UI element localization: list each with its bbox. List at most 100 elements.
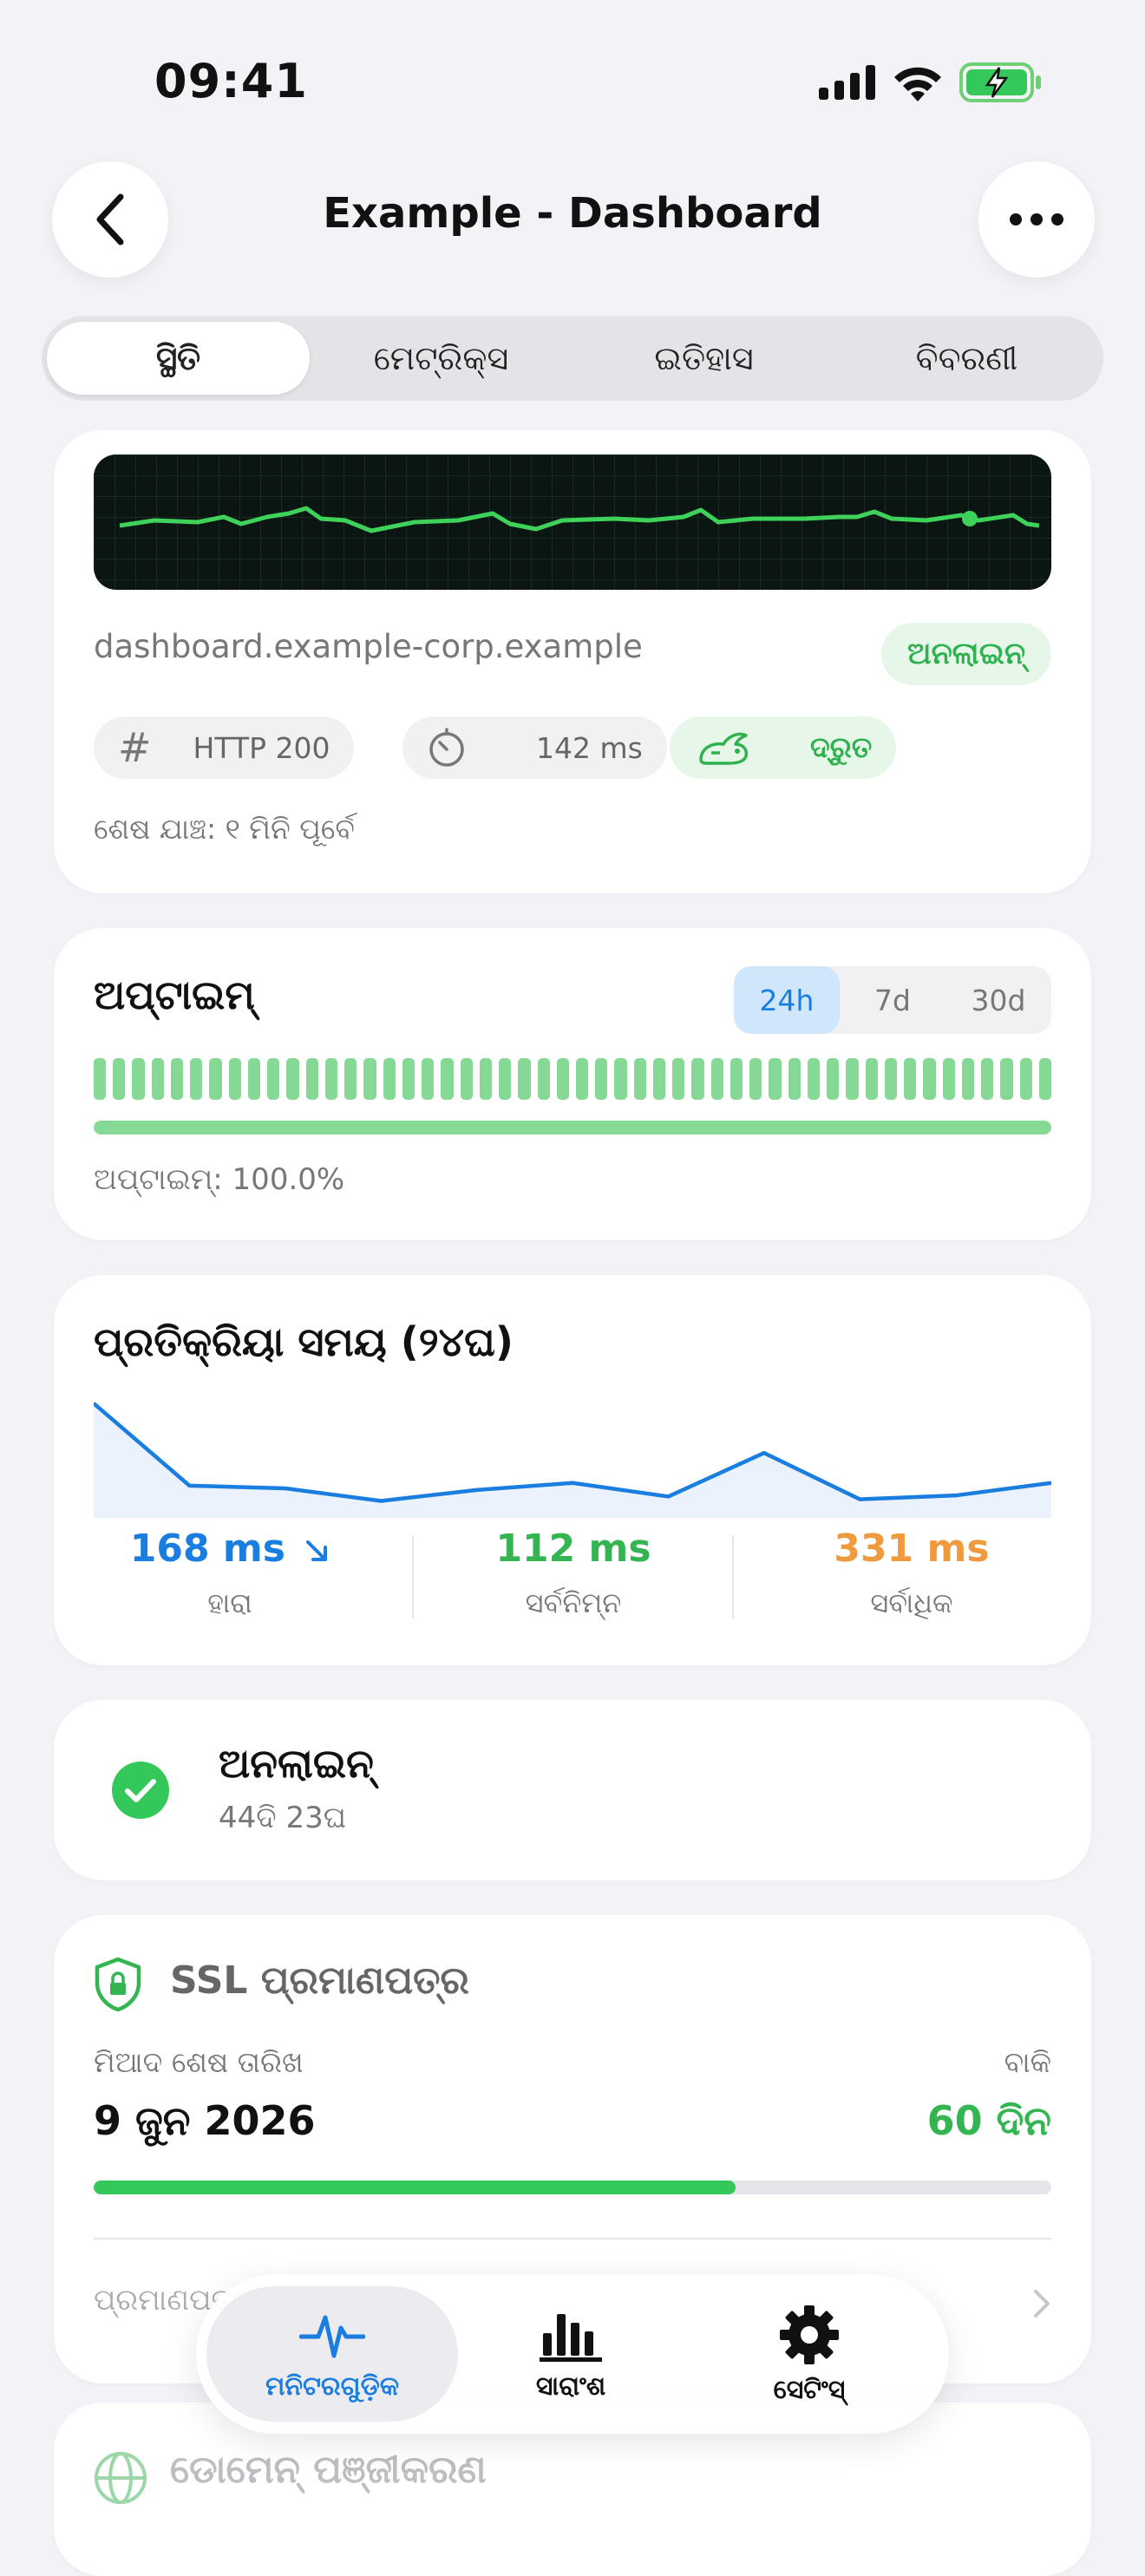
uptime-bar xyxy=(132,1058,145,1100)
uptime-bar xyxy=(884,1058,898,1100)
status-time: 09:41 xyxy=(154,54,308,108)
uptime-bar xyxy=(865,1058,878,1100)
uptime-bar xyxy=(923,1058,936,1100)
response-time-card: ପ୍ରତିକ୍ରିୟା ସମୟ (୨୪ଘ) 168 ms ହାରା 112 ms… xyxy=(54,1275,1091,1665)
uptime-bar xyxy=(576,1058,589,1100)
uptime-bar xyxy=(595,1058,608,1100)
range-7d[interactable]: 7d xyxy=(840,966,945,1034)
uptime-bar xyxy=(324,1058,338,1100)
globe-icon xyxy=(95,2452,147,2504)
avg-stat: 168 ms ହାରା xyxy=(54,1527,406,1620)
bar-chart-icon xyxy=(540,2313,602,2362)
tab-summary[interactable]: ସାରାଂଶ xyxy=(458,2286,684,2422)
more-button[interactable] xyxy=(978,161,1095,278)
ssl-expiry-date: 9 ଜୁନ 2026 xyxy=(94,2097,316,2144)
ssl-title: SSL ପ୍ରମାଣପତ୍ର xyxy=(170,1958,469,2003)
uptime-bar xyxy=(363,1058,376,1100)
uptime-summary: ଅପ୍‌ଟାଇମ୍: 100.0% xyxy=(94,1162,345,1197)
uptime-bar xyxy=(788,1058,801,1100)
chevron-right-icon xyxy=(1034,2290,1050,2318)
last-check-text: ଶେଷ ଯାଞ୍ଚ: ୧ ମିନି ପୂର୍ବେ xyxy=(94,812,355,846)
range-30d[interactable]: 30d xyxy=(945,966,1051,1034)
uptime-bar xyxy=(422,1058,435,1100)
gear-icon xyxy=(780,2305,839,2364)
tab-monitors[interactable]: ମନିଟରଗୁଡ଼ିକ xyxy=(206,2286,458,2422)
tab-details[interactable]: ବିବରଣୀ xyxy=(835,322,1098,395)
ssl-progress-fill xyxy=(94,2180,736,2194)
uptime-bar xyxy=(402,1058,415,1100)
uptime-bar xyxy=(209,1058,222,1100)
host-url: dashboard.example-corp.example xyxy=(94,628,643,665)
uptime-bar xyxy=(383,1058,396,1100)
uptime-bar xyxy=(499,1058,512,1100)
uptime-bar xyxy=(827,1058,840,1100)
uptime-bar xyxy=(749,1058,762,1100)
timer-icon xyxy=(429,728,464,767)
max-label: ସର୍ବାଧିକ xyxy=(870,1586,953,1619)
uptime-bar xyxy=(846,1058,859,1100)
http-status-label: HTTP 200 xyxy=(193,730,330,765)
tab-summary-label: ସାରାଂଶ xyxy=(535,2370,606,2402)
uptime-bar xyxy=(691,1058,704,1100)
uptime-progress xyxy=(94,1121,1051,1134)
uptime-bar xyxy=(904,1058,917,1100)
uptime-bar xyxy=(730,1058,743,1100)
uptime-title: ଅପ୍‌ଟାଇମ୍ xyxy=(94,971,255,1018)
uptime-bar xyxy=(1038,1058,1051,1100)
uptime-bar xyxy=(807,1058,821,1100)
status-badge: ଅନଲାଇନ୍ xyxy=(880,623,1051,685)
ssl-expiry-label: ମିଆଦ ଶେଷ ତାରିଖ xyxy=(94,2045,304,2079)
segmented-control: ସ୍ଥିତି ମେଟ୍ରିକ୍ସ ଇତିହାସ ବିବରଣୀ xyxy=(42,316,1103,401)
range-24h[interactable]: 24h xyxy=(734,966,840,1034)
uptime-bar xyxy=(441,1058,454,1100)
uptime-bar xyxy=(1019,1058,1032,1100)
uptime-bar xyxy=(479,1058,493,1100)
avg-value: 168 ms xyxy=(129,1527,285,1571)
online-card: ଅନଲାଇନ୍ 44ଦି 23ଘ xyxy=(54,1700,1091,1880)
online-title: ଅନଲାଇନ୍ xyxy=(219,1740,374,1787)
uptime-bar xyxy=(518,1058,531,1100)
shield-lock-icon xyxy=(95,1957,141,2012)
uptime-bar xyxy=(286,1058,299,1100)
signal-icon xyxy=(819,65,875,100)
speed-label: ଦ୍ରୁତ xyxy=(810,730,873,764)
tab-monitors-label: ମନିଟରଗୁଡ଼ିକ xyxy=(265,2370,400,2402)
min-stat: 112 ms ସର୍ବନିମ୍ନ xyxy=(397,1527,749,1620)
uptime-progress-fill xyxy=(94,1121,1051,1134)
uptime-bar xyxy=(247,1058,261,1100)
tab-bar: ମନିଟରଗୁଡ଼ିକ ସାରାଂଶ ସେଟିଂସ୍ xyxy=(196,2274,949,2434)
response-time-title: ପ୍ରତିକ୍ରିୟା ସମୟ (୨୪ଘ) xyxy=(94,1318,514,1365)
latency-pill: 142 ms xyxy=(402,716,667,779)
uptime-bar xyxy=(113,1058,126,1100)
latency-label: 142 ms xyxy=(536,730,643,765)
uptime-bars xyxy=(94,1058,1051,1100)
status-icons xyxy=(819,62,1043,102)
tab-settings-label: ସେଟିଂସ୍ xyxy=(773,2374,846,2405)
heartbeat-graph xyxy=(94,454,1051,590)
uptime-bar xyxy=(151,1058,164,1100)
status-card: dashboard.example-corp.example ଅନଲାଇନ୍ #… xyxy=(54,430,1091,893)
uptime-bar xyxy=(556,1058,569,1100)
uptime-bar xyxy=(614,1058,627,1100)
uptime-bar xyxy=(961,1058,975,1100)
tab-status[interactable]: ସ୍ଥିତି xyxy=(47,322,310,395)
http-status-pill: # HTTP 200 xyxy=(94,716,355,779)
tab-history[interactable]: ଇତିହାସ xyxy=(572,322,835,395)
tab-metrics[interactable]: ମେଟ୍ରିକ୍ସ xyxy=(310,322,572,395)
uptime-range-selector: 24h 7d 30d xyxy=(734,966,1051,1034)
pulse-icon xyxy=(299,2315,365,2357)
uptime-bar xyxy=(981,1058,994,1100)
domain-title: ଡୋମେନ୍ ପଞ୍ଜୀକରଣ xyxy=(170,2448,487,2492)
max-stat: 331 ms ସର୍ବାଧିକ xyxy=(736,1527,1088,1620)
uptime-bar xyxy=(652,1058,666,1100)
sparkline-area xyxy=(94,1403,1051,1518)
tab-settings[interactable]: ସେଟିଂସ୍ xyxy=(684,2286,935,2422)
uptime-bar xyxy=(672,1058,685,1100)
min-label: ସର୍ବନିମ୍ନ xyxy=(525,1586,622,1619)
uptime-bar xyxy=(94,1058,107,1100)
avg-label: ହାରା xyxy=(207,1586,252,1619)
response-time-sparkline xyxy=(94,1402,1051,1518)
stat-divider xyxy=(732,1535,734,1618)
speed-pill: ଦ୍ରୁତ xyxy=(670,716,897,779)
hash-icon: # xyxy=(118,724,152,771)
